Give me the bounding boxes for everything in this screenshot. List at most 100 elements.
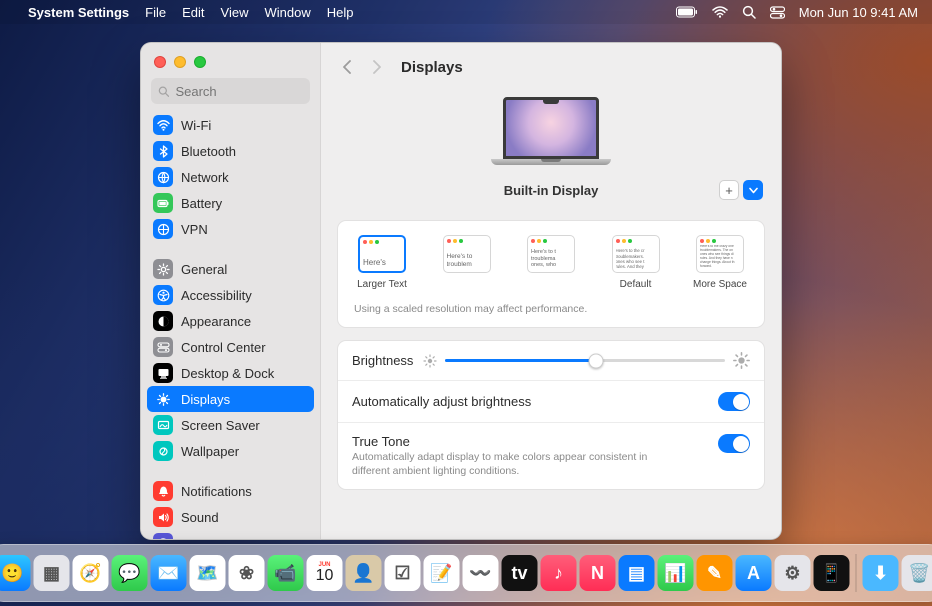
wallpaper-icon <box>153 441 173 461</box>
dock-tv[interactable]: tv <box>502 555 538 591</box>
true-tone-row: True Tone Automatically adapt display to… <box>338 422 764 489</box>
toolbar: Displays <box>321 43 781 91</box>
dock-maps[interactable]: 🗺️ <box>190 555 226 591</box>
dock-news[interactable]: N <box>580 555 616 591</box>
dock-facetime[interactable]: 📹 <box>268 555 304 591</box>
spotlight-icon[interactable] <box>742 5 756 19</box>
display-hero: Built-in Display + <box>337 91 765 210</box>
dock-trash[interactable]: 🗑️ <box>902 555 932 591</box>
sidebar-item-control-center[interactable]: Control Center <box>147 334 314 360</box>
resolution-option-2[interactable]: Here's to ttroublemaones, who <box>523 235 579 291</box>
sidebar-item-focus[interactable]: Focus <box>147 530 314 539</box>
sidebar-item-appearance[interactable]: Appearance <box>147 308 314 334</box>
resolution-option-3[interactable]: Here's to the crtroublemakers.ones who s… <box>608 235 664 291</box>
messages-icon: 💬 <box>112 555 148 591</box>
window-controls <box>141 43 320 78</box>
sidebar-item-wallpaper[interactable]: Wallpaper <box>147 438 314 464</box>
resolution-option-label <box>439 279 495 291</box>
sidebar-item-label: Appearance <box>181 314 251 329</box>
menubar-app-name[interactable]: System Settings <box>28 5 129 20</box>
sidebar-item-wi-fi[interactable]: Wi-Fi <box>147 112 314 138</box>
sidebar-item-displays[interactable]: Displays <box>147 386 314 412</box>
sidebar-item-accessibility[interactable]: Accessibility <box>147 282 314 308</box>
displays-icon <box>153 389 173 409</box>
sidebar-item-label: Wallpaper <box>181 444 239 459</box>
bluetooth-icon <box>153 141 173 161</box>
sun-small-icon <box>423 354 437 368</box>
sidebar-item-label: VPN <box>181 222 208 237</box>
sidebar-item-network[interactable]: Network <box>147 164 314 190</box>
sidebar-item-vpn[interactable]: VPN <box>147 216 314 242</box>
dock-numbers[interactable]: 📊 <box>658 555 694 591</box>
menu-help[interactable]: Help <box>327 5 354 20</box>
sidebar-item-desktop-dock[interactable]: Desktop & Dock <box>147 360 314 386</box>
back-button[interactable] <box>337 55 357 79</box>
resolution-option-0[interactable]: Here'sLarger Text <box>354 235 410 291</box>
controlcenter-icon <box>153 337 173 357</box>
add-display-button[interactable]: + <box>719 180 739 200</box>
auto-brightness-switch[interactable] <box>718 392 750 411</box>
sidebar-item-label: Accessibility <box>181 288 252 303</box>
dock-pages[interactable]: ✎ <box>697 555 733 591</box>
sound-icon <box>153 507 173 527</box>
close-button[interactable] <box>154 56 166 68</box>
dock-photos[interactable]: ❀ <box>229 555 265 591</box>
sidebar-item-sound[interactable]: Sound <box>147 504 314 530</box>
dock-calendar[interactable]: JUN10 <box>307 555 343 591</box>
dock-downloads[interactable]: ⬇︎ <box>863 555 899 591</box>
brightness-label: Brightness <box>352 353 413 368</box>
screensaver-icon <box>153 415 173 435</box>
sidebar-item-general[interactable]: General <box>147 256 314 282</box>
brightness-slider[interactable] <box>423 352 750 369</box>
forward-button[interactable] <box>367 55 387 79</box>
dock-music[interactable]: ♪ <box>541 555 577 591</box>
sidebar-item-bluetooth[interactable]: Bluetooth <box>147 138 314 164</box>
wifi-status-icon[interactable] <box>712 6 728 18</box>
dock-launchpad[interactable]: ▦ <box>34 555 70 591</box>
true-tone-switch[interactable] <box>718 434 750 453</box>
tv-icon: tv <box>502 555 538 591</box>
resolution-panel: Here'sLarger Text Here's totroublem Here's… <box>337 220 765 328</box>
resolution-option-4[interactable]: Here's to the crazy onetroublemakers. Th… <box>692 235 748 291</box>
vpn-icon <box>153 219 173 239</box>
menubar-clock[interactable]: Mon Jun 10 9:41 AM <box>799 5 918 20</box>
network-icon <box>153 167 173 187</box>
dock-settings[interactable]: ⚙︎ <box>775 555 811 591</box>
dock-reminders[interactable]: ☑︎ <box>385 555 421 591</box>
dock-freeform[interactable]: 〰️ <box>463 555 499 591</box>
dock-notes[interactable]: 📝 <box>424 555 460 591</box>
menu-view[interactable]: View <box>221 5 249 20</box>
dock-keynote[interactable]: ▤ <box>619 555 655 591</box>
search-input[interactable] <box>175 84 303 99</box>
sidebar-item-notifications[interactable]: Notifications <box>147 478 314 504</box>
dock-mail[interactable]: ✉️ <box>151 555 187 591</box>
search-icon <box>158 85 169 98</box>
dock-finder[interactable]: 🙂 <box>0 555 31 591</box>
dock-appstore[interactable]: A <box>736 555 772 591</box>
dock-messages[interactable]: 💬 <box>112 555 148 591</box>
zoom-button[interactable] <box>194 56 206 68</box>
sidebar-item-battery[interactable]: Battery <box>147 190 314 216</box>
resolution-thumb: Here's to the crtroublemakers.ones who s… <box>612 235 660 273</box>
dock-safari[interactable]: 🧭 <box>73 555 109 591</box>
battery-status-icon[interactable] <box>676 6 698 18</box>
resolution-option-1[interactable]: Here's totroublem <box>439 235 495 291</box>
gear-icon <box>153 259 173 279</box>
sidebar-item-screen-saver[interactable]: Screen Saver <box>147 412 314 438</box>
dock: 🙂▦🧭💬✉️🗺️❀📹JUN10👤☑︎📝〰️tv♪N▤📊✎A⚙︎📱 ⬇︎🗑️ <box>0 544 932 602</box>
wifi-icon <box>153 115 173 135</box>
menu-window[interactable]: Window <box>264 5 310 20</box>
auto-brightness-row: Automatically adjust brightness <box>338 380 764 422</box>
display-options-button[interactable] <box>743 180 763 200</box>
dock-contacts[interactable]: 👤 <box>346 555 382 591</box>
control-center-icon[interactable] <box>770 6 785 19</box>
menu-file[interactable]: File <box>145 5 166 20</box>
resolution-option-label: More Space <box>692 279 748 291</box>
search-field[interactable] <box>151 78 310 104</box>
dock-iphone[interactable]: 📱 <box>814 555 850 591</box>
news-icon: N <box>580 555 616 591</box>
menu-edit[interactable]: Edit <box>182 5 204 20</box>
resolution-option-label: Larger Text <box>354 279 410 291</box>
facetime-icon: 📹 <box>268 555 304 591</box>
minimize-button[interactable] <box>174 56 186 68</box>
